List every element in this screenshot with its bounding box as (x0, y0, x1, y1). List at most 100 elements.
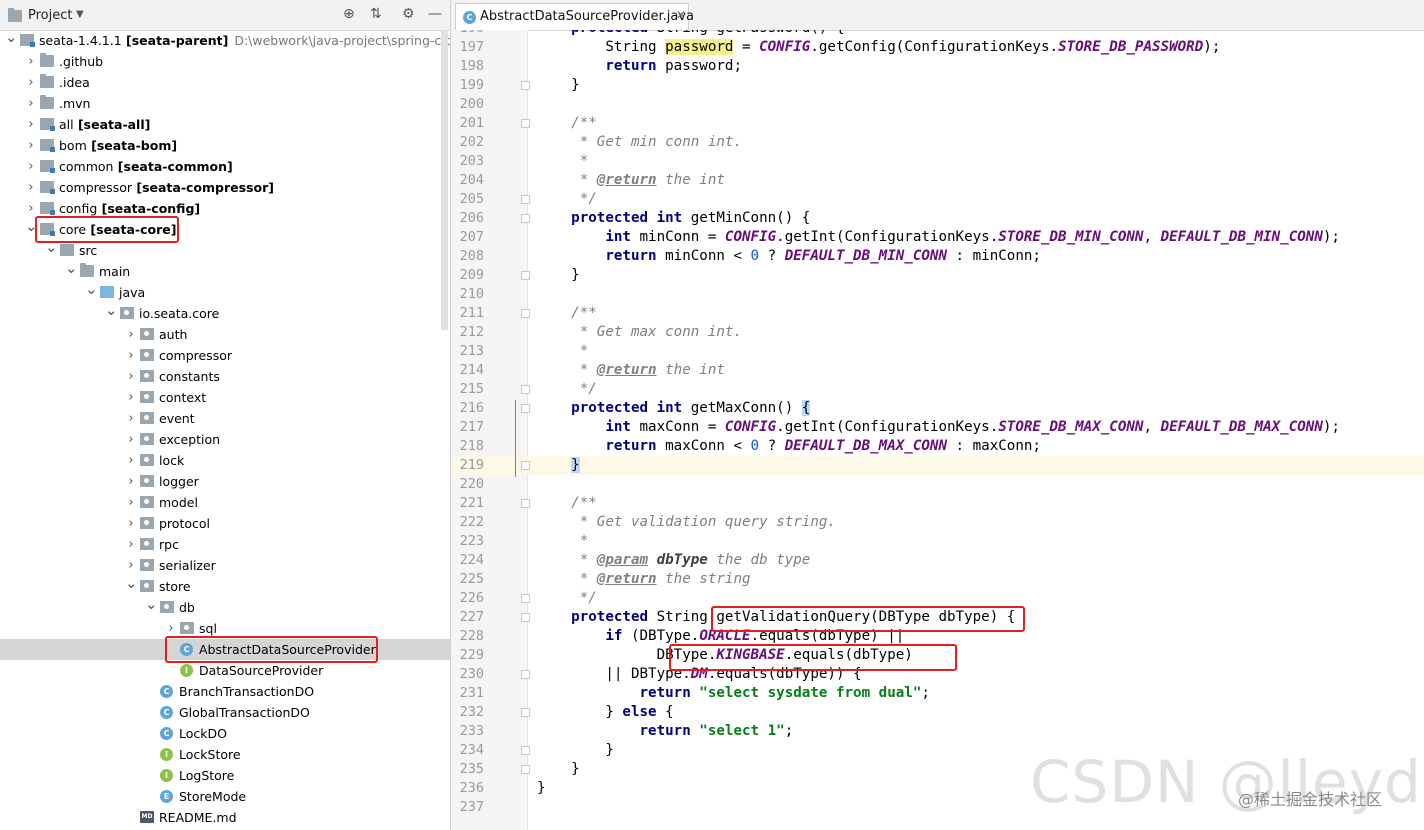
chevron-down-icon[interactable]: ⌄ (85, 282, 98, 297)
code-line[interactable]: 214 * @return the int (451, 361, 1424, 380)
minimize-icon[interactable]: — (428, 6, 442, 22)
tree-item[interactable]: ⌄ io.seata.core (0, 303, 450, 324)
code-line[interactable]: 200 (451, 95, 1424, 114)
code-line[interactable]: 199 } (451, 76, 1424, 95)
tree-item[interactable]: › all [seata-all] (0, 114, 450, 135)
chevron-right-icon[interactable]: › (125, 450, 137, 471)
chevron-right-icon[interactable]: › (25, 156, 37, 177)
chevron-right-icon[interactable]: › (125, 492, 137, 513)
code-line[interactable]: 196 protected String getPassword() { (451, 30, 1424, 38)
tree-item[interactable]: › context (0, 387, 450, 408)
code-line[interactable]: 231 return "select sysdate from dual"; (451, 684, 1424, 703)
chevron-right-icon[interactable]: › (125, 513, 137, 534)
code-line[interactable]: 216 protected int getMaxConn() { (451, 399, 1424, 418)
chevron-right-icon[interactable]: › (125, 387, 137, 408)
chevron-right-icon[interactable]: › (125, 345, 137, 366)
fold-marker-icon[interactable] (521, 81, 530, 90)
tree-item[interactable]: › model (0, 492, 450, 513)
tree-item[interactable]: ⌄ db (0, 597, 450, 618)
code-line[interactable]: 213 * (451, 342, 1424, 361)
code-line[interactable]: 220 (451, 475, 1424, 494)
tree-item[interactable]: ⌄ main (0, 261, 450, 282)
chevron-down-icon[interactable]: ▼ (76, 9, 84, 20)
tree-item[interactable]: I LogStore (0, 765, 450, 786)
fold-marker-icon[interactable] (521, 404, 530, 413)
tree-item[interactable]: E StoreMode (0, 786, 450, 807)
code-line[interactable]: 233 return "select 1"; (451, 722, 1424, 741)
tree-item[interactable]: › .idea (0, 72, 450, 93)
fold-marker-icon[interactable] (521, 309, 530, 318)
fold-marker-icon[interactable] (521, 385, 530, 394)
project-panel-title[interactable]: Project (28, 8, 72, 23)
chevron-right-icon[interactable]: › (125, 366, 137, 387)
chevron-right-icon[interactable]: › (125, 429, 137, 450)
code-line[interactable]: 210 (451, 285, 1424, 304)
chevron-right-icon[interactable]: › (25, 93, 37, 114)
code-line[interactable]: 222 * Get validation query string. (451, 513, 1424, 532)
tree-item[interactable]: › auth (0, 324, 450, 345)
tree-item[interactable]: › .github (0, 51, 450, 72)
code-line[interactable]: 224 * @param dbType the db type (451, 551, 1424, 570)
fold-marker-icon[interactable] (521, 271, 530, 280)
tree-item[interactable]: › compressor [seata-compressor] (0, 177, 450, 198)
tab-abstract-datasource-provider[interactable]: C AbstractDataSourceProvider.java ✕ (455, 3, 694, 30)
code-line[interactable]: 198 return password; (451, 57, 1424, 76)
fold-marker-icon[interactable] (521, 594, 530, 603)
tree-item[interactable]: C BranchTransactionDO (0, 681, 450, 702)
target-icon[interactable]: ⊕ (343, 6, 355, 22)
chevron-down-icon[interactable]: ⌄ (45, 240, 58, 255)
code-line[interactable]: 223 * (451, 532, 1424, 551)
chevron-right-icon[interactable]: › (125, 555, 137, 576)
code-line[interactable]: 206 protected int getMinConn() { (451, 209, 1424, 228)
tree-item[interactable]: ⌄ store (0, 576, 450, 597)
fold-marker-icon[interactable] (521, 670, 530, 679)
code-line[interactable]: 207 int minConn = CONFIG.getInt(Configur… (451, 228, 1424, 247)
collapse-icon[interactable]: ⇅ (370, 6, 382, 22)
tree-item[interactable]: › exception (0, 429, 450, 450)
tree-item[interactable]: ⌄ seata-1.4.1.1 [seata-parent] D:\webwork\… (0, 30, 450, 51)
tree-item[interactable]: MD README.md (0, 807, 450, 828)
chevron-right-icon[interactable]: › (25, 72, 37, 93)
tree-item[interactable]: › .mvn (0, 93, 450, 114)
chevron-right-icon[interactable]: › (25, 177, 37, 198)
tree-item[interactable]: › serializer (0, 555, 450, 576)
tree-item[interactable]: ⌄ src (0, 240, 450, 261)
tree-item[interactable]: › bom [seata-bom] (0, 135, 450, 156)
tree-item[interactable]: › protocol (0, 513, 450, 534)
chevron-right-icon[interactable]: › (25, 114, 37, 135)
tree-item[interactable]: › compressor (0, 345, 450, 366)
chevron-down-icon[interactable]: ⌄ (65, 261, 78, 276)
gear-icon[interactable]: ⚙ (402, 6, 415, 22)
code-line[interactable]: 211 /** (451, 304, 1424, 323)
tree-item[interactable]: › common [seata-common] (0, 156, 450, 177)
tree-item[interactable]: › lock (0, 450, 450, 471)
fold-marker-icon[interactable] (521, 499, 530, 508)
fold-marker-icon[interactable] (521, 613, 530, 622)
fold-marker-icon[interactable] (521, 195, 530, 204)
code-line[interactable]: 212 * Get max conn int. (451, 323, 1424, 342)
fold-marker-icon[interactable] (521, 119, 530, 128)
close-icon[interactable]: ✕ (676, 8, 686, 22)
code-line[interactable]: 197 String password = CONFIG.getConfig(C… (451, 38, 1424, 57)
chevron-right-icon[interactable]: › (125, 534, 137, 555)
tree-item[interactable]: I LockStore (0, 744, 450, 765)
code-line[interactable]: 215 */ (451, 380, 1424, 399)
fold-marker-icon[interactable] (521, 765, 530, 774)
chevron-right-icon[interactable]: › (25, 135, 37, 156)
tree-item[interactable]: ⌄ java (0, 282, 450, 303)
chevron-right-icon[interactable]: › (125, 471, 137, 492)
chevron-down-icon[interactable]: ⌄ (125, 576, 138, 591)
code-editor[interactable]: C AbstractDataSourceProvider.java ✕ 196 … (451, 0, 1424, 830)
tree-item[interactable]: › event (0, 408, 450, 429)
code-line[interactable]: 204 * @return the int (451, 171, 1424, 190)
chevron-down-icon[interactable]: ⌄ (145, 597, 158, 612)
code-line[interactable]: 205 */ (451, 190, 1424, 209)
code-line[interactable]: 218 return maxConn < 0 ? DEFAULT_DB_MAX_… (451, 437, 1424, 456)
tree-item[interactable]: C GlobalTransactionDO (0, 702, 450, 723)
chevron-right-icon[interactable]: › (125, 408, 137, 429)
tree-scrollbar[interactable] (441, 30, 448, 330)
code-line[interactable]: 232 } else { (451, 703, 1424, 722)
tree-item[interactable]: I DataSourceProvider (0, 660, 450, 681)
code-area[interactable]: 196 protected String getPassword() {197 … (451, 30, 1424, 830)
chevron-down-icon[interactable]: ⌄ (5, 30, 18, 45)
